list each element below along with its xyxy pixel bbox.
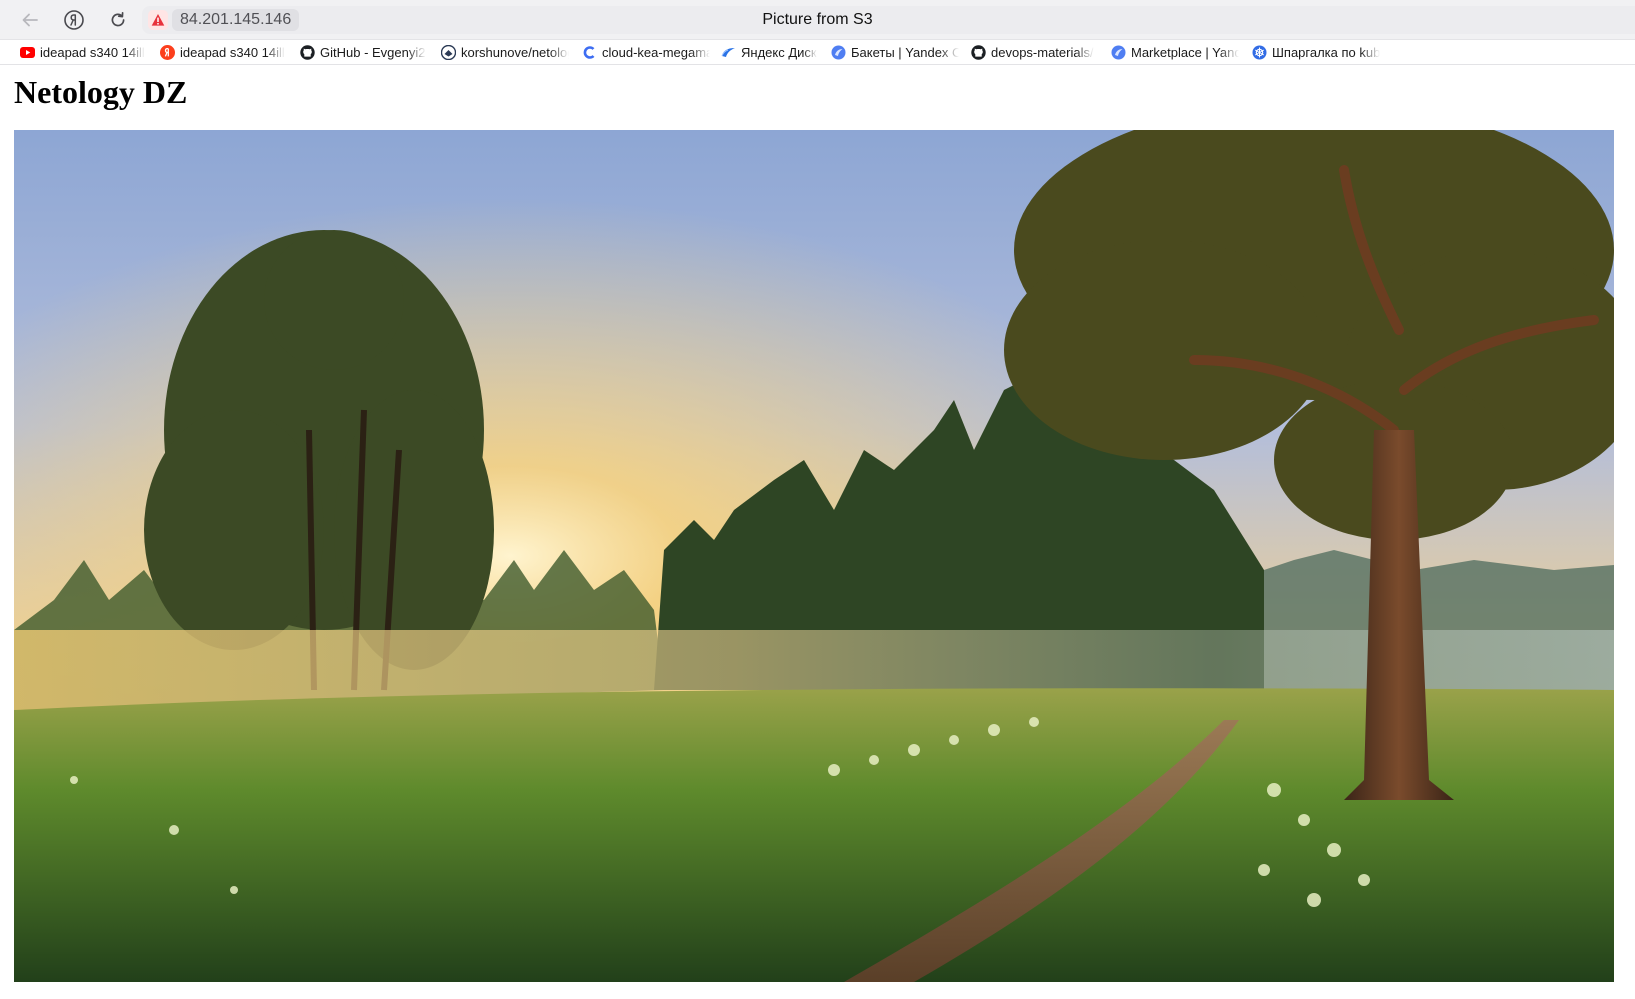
bookmark-github-evgenyi[interactable]: GitHub - Evgenyi2 [300, 40, 428, 64]
bookmark-cloud-kea[interactable]: cloud-kea-megamarket [582, 40, 710, 64]
url-text[interactable]: 84.201.145.146 [172, 9, 300, 31]
github-icon [300, 44, 315, 60]
kubernetes-icon [1252, 45, 1267, 60]
bookmark-label: devops-materials/ [991, 44, 1094, 60]
gitlab-icon [441, 44, 456, 60]
bookmark-label: Шпаргалка по kubernetes [1272, 44, 1380, 60]
yandex-icon [160, 44, 175, 60]
bookmark-label: ideapad s340 14ill [180, 44, 285, 60]
yandex-disk-icon [721, 45, 736, 60]
browser-toolbar: 84.201.145.146 Picture from S3 [0, 0, 1635, 40]
yandex-cloud-icon [831, 45, 846, 60]
bookmark-ideapad-yandex[interactable]: ideapad s340 14ill [160, 40, 285, 64]
bookmark-label: korshunove/netology [461, 44, 569, 60]
reload-icon [111, 11, 125, 27]
back-icon [22, 13, 38, 27]
github-icon [971, 44, 986, 60]
bookmark-label: cloud-kea-megamarket [602, 44, 710, 60]
bookmark-buckets-yandex-cloud[interactable]: Бакеты | Yandex Cloud [831, 40, 959, 64]
yandex-icon [64, 10, 84, 30]
bookmark-korshunove-netology[interactable]: korshunove/netology [441, 40, 569, 64]
address-bar[interactable]: 84.201.145.146 [142, 6, 1635, 34]
landscape-photo [14, 130, 1614, 982]
bookmark-devops-materials[interactable]: devops-materials/ [971, 40, 1099, 64]
bookmark-label: Бакеты | Yandex Cloud [851, 44, 959, 60]
page-heading: Netology DZ [14, 74, 188, 110]
bookmark-label: Marketplace | Yandex [1131, 44, 1239, 60]
not-secure-warning-icon [151, 14, 165, 26]
security-warning-button[interactable] [148, 10, 168, 30]
bookmark-label: GitHub - Evgenyi2 [320, 44, 426, 60]
bookmark-ideapad-youtube[interactable]: ideapad s340 14ill [20, 40, 145, 64]
cloud-icon [582, 45, 597, 60]
reload-button[interactable] [104, 6, 132, 34]
bookmarks-bar: ideapad s340 14ill ideapad s340 14ill Gi… [0, 40, 1635, 65]
bookmark-label: ideapad s340 14ill [40, 44, 145, 60]
bookmark-yandex-disk[interactable]: Яндекс Диск [721, 40, 831, 64]
yandex-home-button[interactable] [60, 6, 88, 34]
bookmark-kubernetes-cheatsheet[interactable]: Шпаргалка по kubernetes [1252, 40, 1380, 64]
bookmark-label: Яндекс Диск [741, 44, 817, 60]
back-button[interactable] [16, 6, 44, 34]
youtube-icon [20, 45, 35, 60]
bookmark-marketplace-yandex[interactable]: Marketplace | Yandex [1111, 40, 1239, 64]
yandex-cloud-icon [1111, 45, 1126, 60]
